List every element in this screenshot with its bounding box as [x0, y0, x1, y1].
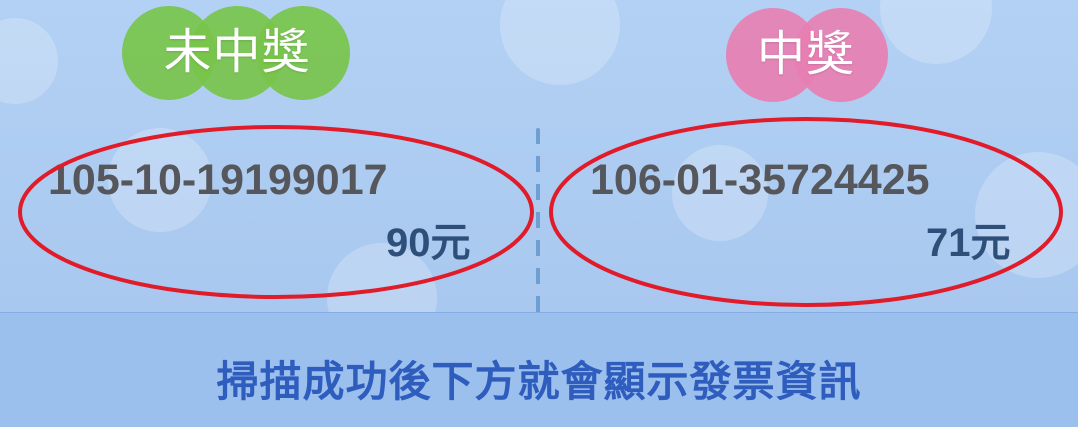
badge-label: 中獎	[756, 26, 855, 82]
badge-label: 未中獎	[163, 24, 311, 80]
badge-not-won: 未中獎	[122, 6, 352, 100]
highlight-ellipse-left	[18, 125, 534, 299]
footer-message: 掃描成功後下方就會顯示發票資訊	[216, 357, 862, 406]
footer-bar: 掃描成功後下方就會顯示發票資訊	[0, 312, 1078, 427]
background-bubble	[500, 0, 620, 85]
badge-won: 中獎	[726, 8, 888, 102]
scan-result-area: 未中獎 中獎 105-10-19199017 90元 106-01-357244…	[0, 0, 1078, 312]
background-bubble	[880, 0, 992, 64]
background-bubble	[0, 18, 58, 104]
highlight-ellipse-right	[549, 117, 1063, 307]
